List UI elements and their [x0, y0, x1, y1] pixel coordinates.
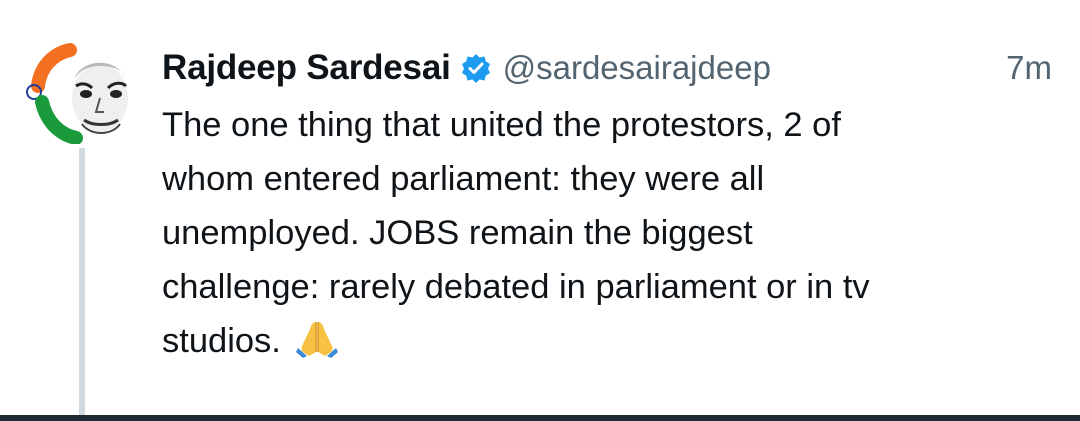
tweet-body: The one thing that united the protestors… — [162, 98, 1042, 368]
handle[interactable]: @sardesairajdeep — [503, 49, 771, 87]
tweet-text: The one thing that united the protestors… — [162, 106, 870, 360]
thread-line — [79, 148, 85, 418]
timestamp[interactable]: 7m — [1006, 49, 1052, 87]
tweet[interactable]: Rajdeep Sardesai @sardesairajdeep 7m The… — [0, 0, 1080, 421]
avatar[interactable] — [24, 40, 142, 144]
tweet-header: Rajdeep Sardesai @sardesairajdeep 7m — [162, 42, 1052, 94]
bottom-border — [0, 415, 1080, 421]
folded-hands-icon — [295, 318, 339, 358]
verified-badge-icon — [461, 53, 491, 83]
display-name[interactable]: Rajdeep Sardesai — [162, 48, 451, 88]
